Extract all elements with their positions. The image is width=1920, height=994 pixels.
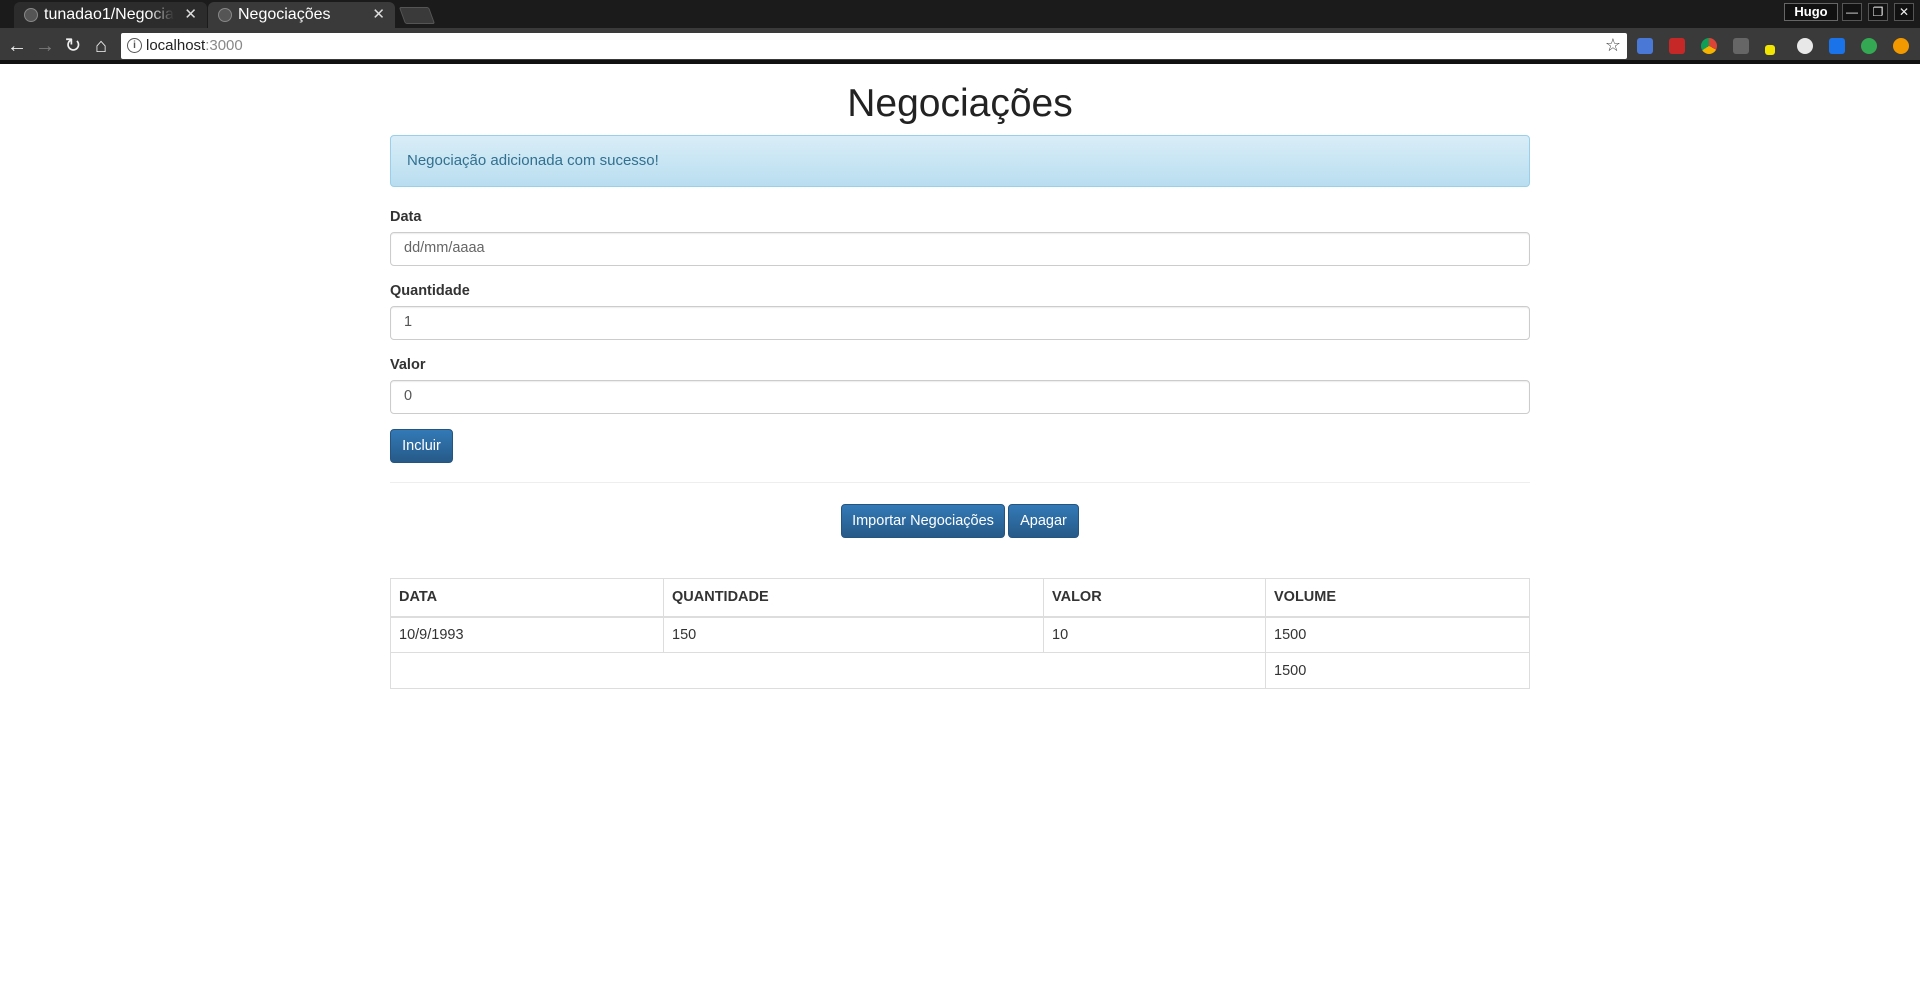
note-icon[interactable] [1765,45,1775,55]
forward-icon[interactable]: → [32,33,58,59]
new-tab-button[interactable] [398,7,436,24]
table-row: 10/9/1993 150 10 1500 [390,616,1530,653]
s-icon[interactable] [1829,38,1845,54]
profile-button[interactable]: Hugo [1784,3,1838,21]
tab-github[interactable]: tunadao1/Negociações ✕ [14,2,207,28]
reload-icon[interactable]: ↻ [60,33,86,59]
tab-strip: tunadao1/Negociações ✕ Negociações ✕ Hug… [0,0,1920,28]
window-close-button[interactable]: ✕ [1894,3,1914,21]
info-icon[interactable]: i [127,38,142,53]
table-cell: 10/9/1993 [390,616,664,653]
incluir-button[interactable]: Incluir [390,429,453,463]
quantidade-label: Quantidade [390,283,470,299]
back-icon[interactable]: ← [4,33,30,59]
google-translate-icon[interactable] [1637,38,1653,54]
tab-negociacoes[interactable]: Negociações ✕ [208,2,395,28]
lastpass-icon[interactable] [1669,38,1685,54]
tab-title: Negociações [238,6,331,23]
column-header: VALOR [1043,578,1266,618]
shield-icon[interactable] [1733,38,1749,54]
import-button[interactable]: Importar Negociações [841,504,1005,538]
total-volume: 1500 [1265,652,1530,689]
negociacoes-table: DATA QUANTIDADE VALOR VOLUME 10/9/1993 1… [390,578,1530,689]
quantidade-input[interactable]: 1 [390,306,1530,340]
chrome-circle-icon[interactable] [1701,38,1717,54]
minimize-button[interactable]: — [1842,3,1862,21]
address-bar[interactable]: i localhost:3000 ☆ [121,33,1627,59]
sphere-icon[interactable] [1797,38,1813,54]
valor-input[interactable]: 0 [390,380,1530,414]
github-icon [24,8,38,22]
success-alert: Negociação adicionada com sucesso! [390,135,1530,187]
divider [390,482,1530,483]
restore-button[interactable]: ❐ [1868,3,1888,21]
data-label: Data [390,209,422,225]
url-text[interactable]: localhost:3000 [146,37,243,54]
data-input[interactable]: dd/mm/aaaa [390,232,1530,266]
column-header: DATA [390,578,664,618]
table-cell: 150 [663,616,1044,653]
table-cell: 1500 [1265,616,1530,653]
column-header: QUANTIDADE [663,578,1044,618]
close-icon[interactable]: ✕ [372,5,385,23]
green-icon[interactable] [1861,38,1877,54]
table-cell [390,652,1266,689]
page-title: Negociações [847,82,1073,125]
tab-title: tunadao1/Negociações [44,6,174,23]
page-favicon-icon [218,8,232,22]
valor-label: Valor [390,357,426,373]
home-icon[interactable]: ⌂ [88,33,114,59]
table-total-row: 1500 [390,652,1530,689]
table-cell: 10 [1043,616,1266,653]
column-header: VOLUME [1265,578,1530,618]
table-header-row: DATA QUANTIDADE VALOR VOLUME [390,578,1530,618]
orange-icon[interactable] [1893,38,1909,54]
clear-button[interactable]: Apagar [1008,504,1079,538]
browser-toolbar: ← → ↻ ⌂ i localhost:3000 ☆ [0,28,1920,64]
bookmark-star-icon[interactable]: ☆ [1605,35,1621,56]
close-icon[interactable]: ✕ [184,5,197,23]
